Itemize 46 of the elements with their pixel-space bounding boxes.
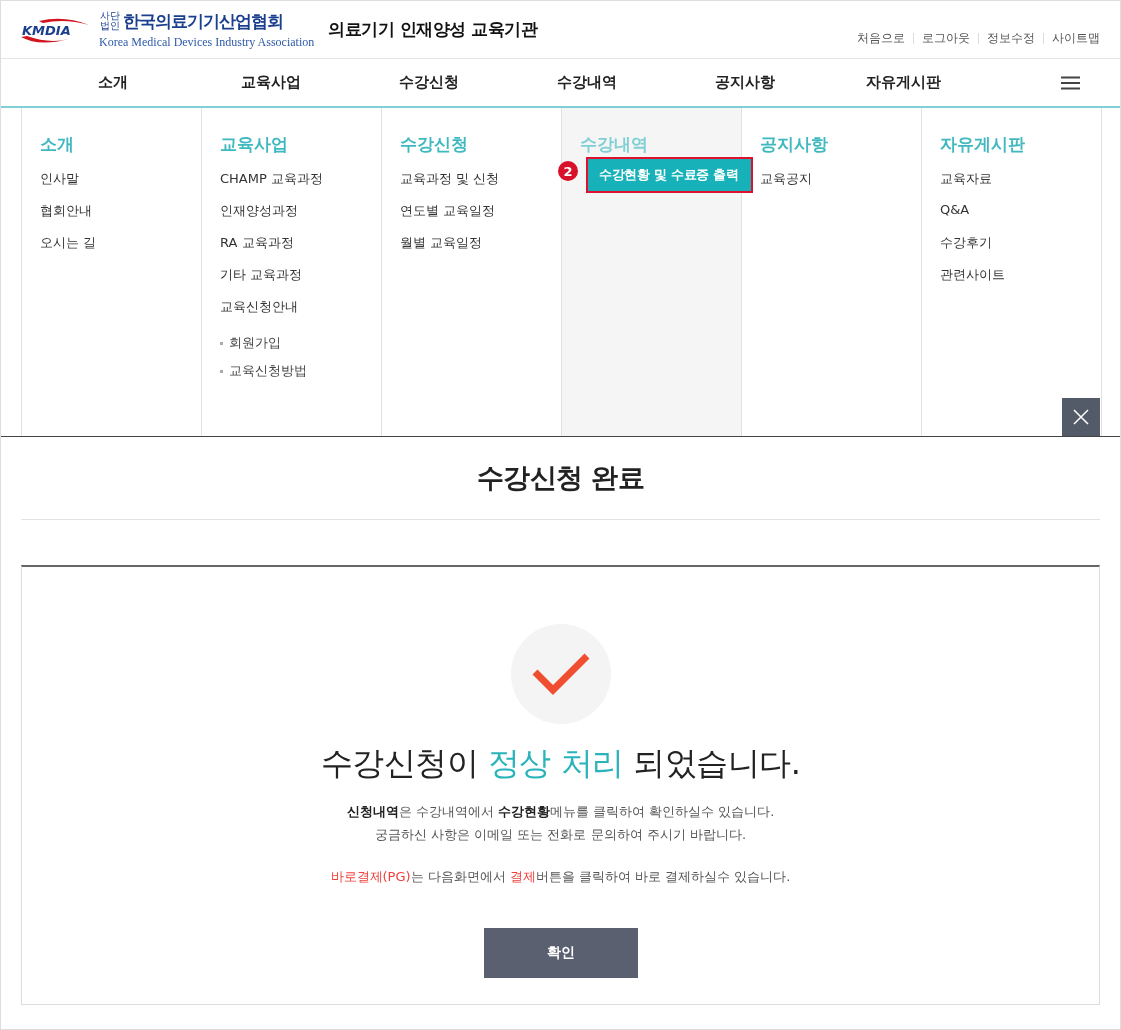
menu-link[interactable]: CHAMP 교육과정	[220, 170, 323, 188]
menu-link[interactable]: 수강후기	[940, 234, 992, 252]
menu-link[interactable]: 연도별 교육일정	[400, 202, 496, 220]
utility-link[interactable]: 사이트맵	[1043, 33, 1100, 44]
close-icon	[1073, 409, 1089, 425]
nav-link[interactable]: 수강내역	[557, 73, 617, 92]
info-text: 바로결제(PG)는 다음화면에서 결제 버튼을 클릭하여 바로 결제하실수 있습니다.	[330, 868, 791, 886]
utility-link[interactable]: 로그아웃	[913, 33, 978, 44]
logo-swoosh-icon	[19, 16, 91, 43]
menu-link[interactable]: Q&A	[940, 202, 970, 217]
nav-link[interactable]: 소개	[98, 73, 128, 92]
bullet-icon	[220, 341, 223, 345]
confirm-button[interactable]: 확인	[483, 928, 638, 978]
info-text: 궁금하신 사항은 이메일 또는 전화로 문의하여 주시기 바랍니다.	[374, 826, 747, 844]
submenu-link[interactable]: 교육신청방법	[220, 362, 307, 380]
nav-link[interactable]: 수강신청	[399, 73, 459, 92]
menu-link[interactable]: 교육자료	[940, 170, 992, 188]
organization-english-name: Korea Medical Devices Industry Association	[99, 34, 315, 50]
menu-link[interactable]: RA 교육과정	[220, 234, 294, 252]
logo-corp-type: 사단법인	[99, 11, 120, 31]
nav-link[interactable]: 자유게시판	[865, 73, 941, 92]
menu-link[interactable]: 인사말	[40, 170, 79, 188]
menu-link[interactable]: 인재양성과정	[220, 202, 298, 220]
close-button[interactable]	[1062, 398, 1100, 436]
submenu-link[interactable]: 회원가입	[220, 334, 281, 352]
menu-link[interactable]: 교육과정 및 신청	[400, 170, 500, 188]
menu-icon[interactable]	[1061, 76, 1080, 90]
success-headline: 수강신청이 정상 처리 되었습니다.	[320, 743, 801, 784]
logo-wordmark: KMDIA	[22, 22, 71, 38]
step-number-badge: 2	[558, 161, 578, 181]
bullet-icon	[220, 369, 223, 373]
menu-link[interactable]: 월별 교육일정	[400, 234, 483, 252]
menu-link[interactable]: 관련사이트	[940, 266, 1005, 284]
organization-name: 한국의료기기산업협회	[123, 9, 283, 33]
menu-link[interactable]: 오시는 길	[40, 234, 97, 252]
nav-link[interactable]: 교육사업	[241, 73, 301, 92]
utility-link[interactable]: 처음으로	[849, 33, 913, 44]
menu-link[interactable]: 기타 교육과정	[220, 266, 303, 284]
menu-link[interactable]: 교육신청안내	[220, 298, 298, 316]
site-title: 의료기기 인재양성 교육기관	[328, 18, 538, 41]
menu-link[interactable]: 협회안내	[40, 202, 92, 220]
menu-link[interactable]: 교육공지	[760, 170, 812, 188]
page-title: 수강신청 완료	[21, 437, 1100, 520]
nav-link[interactable]: 공지사항	[715, 73, 775, 92]
utility-link[interactable]: 정보수정	[978, 33, 1043, 44]
info-text: 신청내역은 수강내역에서 수강현황메뉴를 클릭하여 확인하실수 있습니다.	[346, 803, 775, 821]
